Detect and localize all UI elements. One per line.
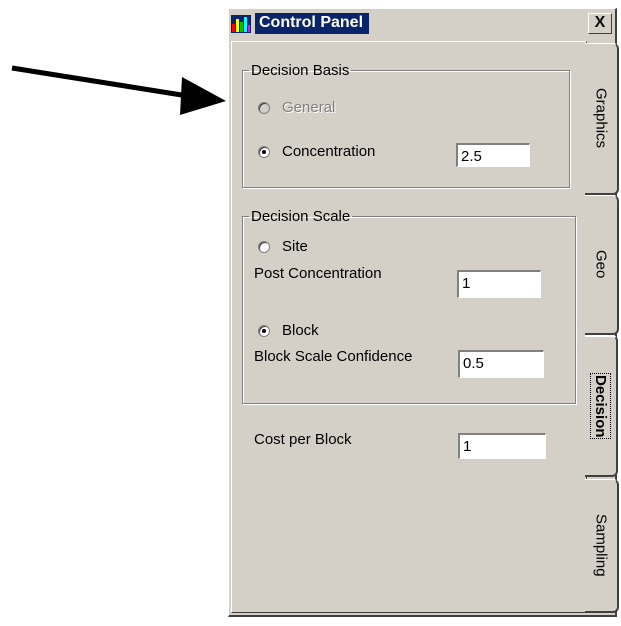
tab-graphics-label: Graphics [592,88,610,149]
window-title: Control Panel [255,13,370,34]
post-concentration-label: Post Concentration [254,265,382,282]
concentration-radio-option[interactable]: Concentration [258,143,375,160]
tab-graphics[interactable]: Graphics [585,43,619,195]
tab-sampling-label: Sampling [592,514,610,577]
cost-per-block-label: Cost per Block [254,431,352,448]
close-button[interactable]: X [588,13,612,34]
cost-per-block-input[interactable]: 1 [458,433,546,459]
general-radio[interactable] [258,101,270,114]
site-radio-option[interactable]: Site [258,238,308,255]
tab-sampling[interactable]: Sampling [585,479,619,613]
block-scale-confidence-input[interactable]: 0.5 [458,350,544,378]
title-bar[interactable]: Control Panel X [229,9,615,37]
decision-panel: Decision Basis General Concentration 2.5… [231,41,587,613]
site-label: Site [282,238,308,255]
block-scale-confidence-label: Block Scale Confidence [254,348,413,365]
control-panel-window: Control Panel X Decision Basis General C… [228,8,619,617]
concentration-input[interactable]: 2.5 [456,143,530,167]
concentration-label: Concentration [282,143,376,160]
decision-basis-group: Decision Basis [242,62,570,188]
block-radio-option[interactable]: Block [258,322,319,339]
arrow-shaft [11,65,189,99]
general-label: General [282,99,336,116]
bar-chart-icon [231,15,251,33]
concentration-radio[interactable] [258,145,270,158]
block-radio[interactable] [258,324,270,337]
block-label: Block [282,322,319,339]
post-concentration-input[interactable]: 1 [457,270,541,298]
tab-decision-label: Decision [590,372,611,440]
arrow-head [180,77,226,115]
decision-basis-legend: Decision Basis [251,62,350,79]
tab-geo[interactable]: Geo [585,195,619,335]
tab-geo-label: Geo [592,250,610,279]
site-radio[interactable] [258,240,270,253]
decision-scale-legend: Decision Scale [251,208,351,225]
general-radio-option[interactable]: General [258,99,335,116]
tab-decision[interactable]: Decision [585,335,618,477]
